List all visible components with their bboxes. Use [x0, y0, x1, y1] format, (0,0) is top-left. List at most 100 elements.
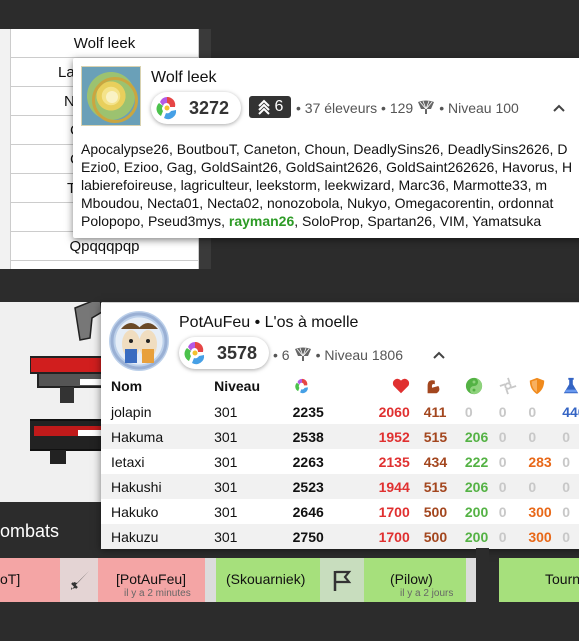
table-header: Nom Niveau: [101, 373, 579, 399]
rank-badge: 6: [249, 96, 291, 118]
trophy-icon: [294, 347, 311, 361]
col-strength[interactable]: [414, 373, 455, 399]
leek-wisdom: 206: [464, 478, 489, 495]
leek-talent: 2523: [292, 478, 324, 495]
leek-talent: 2538: [292, 428, 324, 445]
chevron-up-icon[interactable]: [551, 100, 567, 116]
talent-icon: [154, 95, 180, 121]
table-row[interactable]: Ietaxi 301 2263 2135 434 222 0 283 0: [101, 449, 579, 474]
members-line: Ezio0, Ezioo, Gag, GoldSaint26, GoldSain…: [81, 159, 573, 175]
leek-resistance: 300: [528, 528, 552, 545]
fight-card[interactable]: oT] [PotAuFeu] il y a 2 minutes: [0, 558, 205, 602]
highlighted-member[interactable]: rayman26: [229, 213, 294, 229]
chevron-up-icon[interactable]: [431, 347, 447, 363]
col-wisdom[interactable]: [455, 373, 489, 399]
leek-agility: 0: [498, 528, 507, 545]
heart-icon: [392, 378, 409, 394]
sword-icon: [71, 571, 89, 590]
leek-talent: 2263: [292, 453, 324, 470]
talent-icon: [182, 340, 208, 366]
fight-time: il y a 2 minutes: [124, 588, 191, 599]
leek-agility: 0: [498, 428, 507, 445]
fight-type: [60, 558, 98, 602]
leek-strength: 500: [423, 528, 448, 545]
leek-strength: 434: [423, 453, 448, 470]
tournament-chip[interactable]: Tourn: [499, 558, 579, 602]
leek-resistance: 283: [528, 453, 552, 470]
leek-agility: 0: [498, 503, 507, 520]
fight-card[interactable]: Tourn: [489, 558, 579, 602]
table-row[interactable]: Hakuko 301 2646 1700 500 200 0 300 0: [101, 499, 579, 524]
farmer-name: Wolf leek: [151, 69, 217, 86]
team-talent-pill: 3578: [179, 337, 269, 369]
talent-pill: 3272: [151, 92, 241, 124]
talent-icon: [294, 379, 308, 394]
table-row[interactable]: Hakuma 301 2538 1952 515 206 0 0 0: [101, 424, 579, 449]
table-row[interactable]: Wolf leek: [11, 29, 198, 58]
fight-type: [320, 558, 364, 602]
fight-gap: [476, 548, 489, 608]
col-life[interactable]: [347, 373, 414, 399]
rank-value: 6: [274, 98, 284, 115]
leek-wisdom: 206: [464, 428, 489, 445]
leek-talent: 2750: [292, 528, 324, 545]
farmer-avatar: [81, 66, 141, 126]
table-row[interactable]: Hakuzu 301 2750 1700 500 200 0 300 0: [101, 524, 579, 549]
shield-icon: [530, 378, 545, 395]
leek-name[interactable]: Hakuma: [101, 424, 204, 449]
team-talent-value: 3578: [217, 342, 258, 363]
members-line: labierefoireuse, lagriculteur, leekstorm…: [81, 177, 548, 193]
fight-card[interactable]: (Skouarniek) (Pilow) il y a 2 jours: [216, 558, 466, 602]
leek-talent: 2235: [292, 403, 324, 420]
fight-team-left[interactable]: (Skouarniek): [216, 558, 320, 602]
leek-agility: 0: [498, 478, 507, 495]
team-level: • Niveau 1806: [315, 347, 403, 363]
fight-team-left[interactable]: oT]: [0, 558, 60, 602]
farmer-level: • Niveau 100: [439, 100, 519, 116]
col-agility[interactable]: [489, 373, 519, 399]
leek-name[interactable]: jolapin: [101, 399, 204, 424]
yin-yang-icon: [465, 378, 482, 395]
farmer-meta: • 37 éleveurs • 129 • Niveau 100: [296, 100, 519, 116]
table-row[interactable]: Hakushi 301 2523 1944 515 206 0 0 0: [101, 474, 579, 499]
leek-wisdom: 200: [464, 503, 489, 520]
col-magic[interactable]: [552, 373, 579, 399]
farmer-count: • 37 éleveurs • 129: [296, 100, 414, 116]
col-name[interactable]: Nom: [101, 373, 204, 399]
leek-name[interactable]: Hakushi: [101, 474, 204, 499]
leek-level: 301: [214, 528, 238, 545]
leek-magic: 0: [562, 453, 571, 470]
trophy-icon: [418, 100, 435, 114]
composition-tooltip: PotAuFeu • L'os à moelle 3578 • 6 • Nive…: [101, 303, 579, 549]
leek-life: 1944: [378, 478, 410, 495]
leek-level: 301: [214, 503, 238, 520]
flag-icon: [333, 570, 352, 591]
leek-strength: 515: [423, 478, 448, 495]
fight-team-right[interactable]: [PotAuFeu] il y a 2 minutes: [98, 558, 205, 602]
leek-talent: 2646: [292, 503, 324, 520]
col-level[interactable]: Niveau: [204, 373, 283, 399]
leek-life: 1952: [378, 428, 410, 445]
leek-level: 301: [214, 453, 238, 470]
table-row[interactable]: jolapin 301 2235 2060 411 0 0 0 440: [101, 399, 579, 424]
team-title: PotAuFeu • L'os à moelle: [179, 314, 359, 331]
fight-team-right[interactable]: (Pilow) il y a 2 jours: [364, 558, 466, 602]
col-talent[interactable]: [283, 373, 347, 399]
leek-magic: 0: [562, 428, 571, 445]
col-resistance[interactable]: [518, 373, 552, 399]
farmer-members: Apocalypse26, BoutbouT, Caneton, Choun, …: [81, 140, 579, 230]
fights-bar: oT] [PotAuFeu] il y a 2 minutes (Skouarn…: [0, 548, 579, 608]
leek-magic: 0: [562, 528, 571, 545]
leek-level: 301: [214, 478, 238, 495]
fight-divider: [466, 558, 476, 602]
leek-strength: 411: [423, 403, 447, 420]
arm-icon: [427, 380, 440, 394]
fight-divider: [205, 558, 216, 602]
leek-wisdom: 222: [464, 453, 489, 470]
leek-resistance: 0: [528, 428, 537, 445]
team-emblem-icon: [110, 312, 168, 370]
potion-icon: [564, 378, 579, 394]
leek-resistance: 0: [528, 478, 537, 495]
team-avatar: [109, 311, 169, 371]
leek-name[interactable]: Ietaxi: [101, 449, 204, 474]
